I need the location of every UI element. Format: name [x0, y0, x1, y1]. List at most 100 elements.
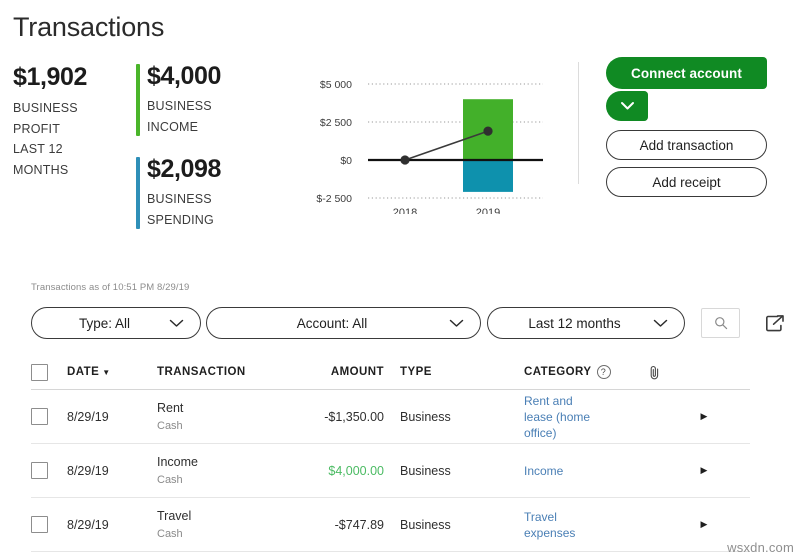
connect-account-dropdown-button[interactable] [606, 91, 648, 121]
chart-point-2019 [483, 126, 493, 136]
stat-business-income: $4,000 BUSINESS INCOME [136, 62, 221, 137]
select-all-cell [31, 363, 67, 381]
filter-type-dropdown[interactable]: Type: All [31, 307, 201, 339]
row-type: Business [400, 463, 451, 478]
row-category-link[interactable]: Travel expenses [524, 509, 602, 541]
row-category[interactable]: Rent and lease (home office) [494, 393, 644, 441]
filter-account-label: Account: All [296, 315, 368, 331]
row-checkbox[interactable] [31, 408, 48, 425]
chart-svg: $5 000 $2 500 $0 $-2 500 2018 2019 [316, 79, 543, 214]
business-profit-caption-line4: MONTHS [13, 162, 69, 177]
export-button[interactable] [762, 308, 788, 338]
table-row[interactable]: 8/29/19 Rent Cash -$1,350.00 Business Re… [31, 390, 750, 444]
business-profit-amount: $1,902 [13, 63, 88, 91]
row-transaction-source: Cash [157, 420, 183, 432]
chevron-down-icon [169, 319, 184, 328]
chart-xtick-label-2018: 2018 [393, 207, 417, 214]
table-row[interactable]: 8/29/19 Travel Cash -$747.89 Business Tr… [31, 498, 750, 552]
row-category-link[interactable]: Income [524, 463, 602, 479]
filter-account-dropdown[interactable]: Account: All [206, 307, 481, 339]
search-button[interactable] [701, 308, 740, 338]
chart-bar-spending-2019 [463, 160, 513, 192]
business-profit-caption-line1: BUSINESS [13, 101, 78, 115]
business-income-accent-bar [136, 64, 140, 136]
business-spending-caption-line2: SPENDING [147, 212, 214, 227]
row-checkbox[interactable] [31, 462, 48, 479]
transactions-table: DATE ▼ TRANSACTION AMOUNT TYPE CATEGORY? … [31, 355, 750, 552]
table-header-row: DATE ▼ TRANSACTION AMOUNT TYPE CATEGORY? [31, 355, 750, 390]
row-select-cell [31, 516, 67, 533]
page-title: Transactions [13, 12, 165, 42]
row-expand-cell[interactable]: ▶ [684, 411, 724, 422]
business-profit-caption-line3: LAST 12 [13, 142, 63, 156]
connect-account-button[interactable]: Connect account [606, 57, 767, 89]
row-transaction: Travel Cash [157, 508, 282, 541]
row-select-cell [31, 462, 67, 479]
business-income-caption-line1: BUSINESS [147, 99, 212, 113]
row-amount: $4,000.00 [328, 463, 384, 478]
business-profit-caption-line2: PROFIT [13, 121, 61, 136]
row-date: 8/29/19 [67, 409, 109, 424]
help-icon[interactable]: ? [596, 365, 611, 379]
row-transaction-name: Rent [157, 401, 184, 415]
row-transaction-name: Travel [157, 509, 192, 523]
add-transaction-button[interactable]: Add transaction [606, 130, 767, 160]
chevron-down-icon [653, 319, 668, 328]
business-spending-amount: $2,098 [147, 155, 222, 183]
business-profit-caption: BUSINESS PROFIT LAST 12 MONTHS [13, 98, 133, 180]
row-type: Business [400, 409, 451, 424]
row-category[interactable]: Income [494, 463, 644, 479]
business-spending-accent-bar [136, 157, 140, 229]
row-transaction: Rent Cash [157, 400, 282, 433]
filter-type-label: Type: All [78, 315, 131, 331]
business-spending-caption-line1: BUSINESS [147, 192, 212, 206]
row-date: 8/29/19 [67, 517, 109, 532]
chevron-right-icon[interactable]: ▶ [701, 519, 708, 530]
row-amount: -$747.89 [334, 517, 384, 532]
row-amount: -$1,350.00 [324, 409, 384, 424]
as-of-timestamp: Transactions as of 10:51 PM 8/29/19 [31, 282, 190, 293]
chart-ytick-label-2: $0 [340, 155, 352, 167]
row-category[interactable]: Travel expenses [494, 509, 644, 541]
business-income-amount: $4,000 [147, 62, 222, 90]
row-category-link[interactable]: Rent and lease (home office) [524, 393, 602, 441]
row-expand-cell[interactable]: ▶ [684, 519, 724, 530]
add-receipt-button[interactable]: Add receipt [606, 167, 767, 197]
filter-date-range-label: Last 12 months [528, 315, 621, 331]
row-expand-cell[interactable]: ▶ [684, 465, 724, 476]
column-header-transaction[interactable]: TRANSACTION [157, 366, 282, 378]
chevron-down-icon [620, 102, 634, 110]
panel-divider [578, 62, 579, 184]
stat-business-spending: $2,098 BUSINESS SPENDING [136, 155, 221, 230]
column-header-type[interactable]: TYPE [394, 366, 494, 378]
row-transaction: Income Cash [157, 454, 282, 487]
business-income-caption: BUSINESS INCOME [147, 96, 221, 137]
transactions-page: Transactions $1,902 BUSINESS PROFIT LAST… [0, 0, 800, 558]
select-all-checkbox[interactable] [31, 363, 48, 381]
filter-date-range-dropdown[interactable]: Last 12 months [487, 307, 685, 339]
business-income-caption-line2: INCOME [147, 119, 199, 134]
row-checkbox[interactable] [31, 516, 48, 533]
row-date: 8/29/19 [67, 463, 109, 478]
watermark: wsxdn.com [727, 540, 794, 555]
chart-xtick-label-2019: 2019 [476, 207, 500, 214]
row-type: Business [400, 517, 451, 532]
chevron-right-icon[interactable]: ▶ [701, 411, 708, 422]
column-header-attachment [644, 365, 684, 380]
income-spending-chart: $5 000 $2 500 $0 $-2 500 2018 2019 [290, 64, 555, 214]
chart-point-2018 [400, 155, 410, 165]
column-header-category[interactable]: CATEGORY? [494, 365, 644, 379]
chart-ytick-label-3: $-2 500 [316, 193, 352, 205]
column-header-amount[interactable]: AMOUNT [282, 366, 394, 378]
stat-business-profit: $1,902 BUSINESS PROFIT LAST 12 MONTHS [13, 63, 133, 180]
column-header-date-label: DATE [67, 366, 100, 378]
column-header-category-label: CATEGORY [524, 366, 592, 379]
row-transaction-source: Cash [157, 474, 183, 486]
row-transaction-name: Income [157, 455, 198, 469]
table-row[interactable]: 8/29/19 Income Cash $4,000.00 Business I… [31, 444, 750, 498]
chart-ytick-label-1: $2 500 [320, 117, 352, 129]
chevron-right-icon[interactable]: ▶ [701, 465, 708, 476]
stat-group: $4,000 BUSINESS INCOME $2,098 BUSINESS S… [136, 62, 221, 248]
column-header-date[interactable]: DATE ▼ [67, 366, 157, 378]
chevron-down-icon [449, 319, 464, 328]
